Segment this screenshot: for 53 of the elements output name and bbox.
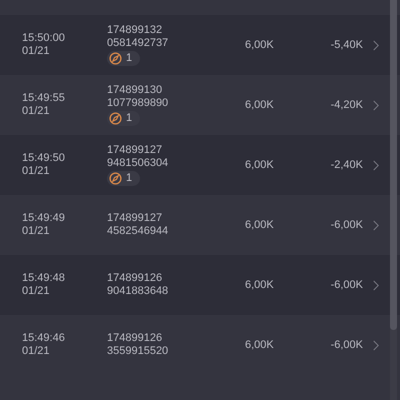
chevron-right-icon[interactable]	[373, 340, 379, 350]
id-text: 4582546944	[107, 225, 170, 238]
scrollbar-thumb[interactable]	[390, 0, 397, 330]
list-row[interactable]: 15:49:46 01/21 174899126 3559915520 6,00K -6,00K	[0, 315, 400, 375]
id-text: 174899127	[107, 144, 164, 157]
amount-text: 6,00K	[245, 339, 275, 351]
date-text: 01/21	[22, 225, 51, 238]
count-badge: 1	[107, 111, 140, 126]
chevron-right-icon[interactable]	[373, 160, 379, 170]
id-text: 3559915520	[107, 345, 170, 358]
id-text: 174899130	[107, 84, 164, 97]
date-text: 01/21	[22, 165, 51, 178]
scrollbar[interactable]	[390, 0, 397, 400]
chevron-right-icon[interactable]	[373, 40, 379, 50]
result-text: -6,00K	[330, 279, 363, 291]
id-text: 174899132	[107, 24, 164, 37]
amount-text: 6,00K	[245, 39, 275, 51]
list-row[interactable]: 15:49:49 01/21 174899127 4582546944 6,00K -6,00K	[0, 195, 400, 255]
amount-text: 6,00K	[245, 99, 275, 111]
result-text: -5,40K	[330, 39, 363, 51]
time-text: 15:49:48	[22, 272, 66, 285]
time-text: 15:49:50	[22, 152, 66, 165]
count-badge: 1	[107, 51, 140, 66]
chevron-right-icon[interactable]	[373, 100, 379, 110]
id-text: 1077989890	[107, 97, 170, 110]
result-text: -6,00K	[330, 219, 363, 231]
date-text: 01/21	[22, 345, 51, 358]
id-text: 174899127	[107, 212, 164, 225]
date-text: 01/21	[22, 105, 51, 118]
id-text: 9041883648	[107, 285, 170, 298]
time-text: 15:49:55	[22, 92, 66, 105]
date-text: 01/21	[22, 45, 51, 58]
time-text: 15:49:46	[22, 332, 66, 345]
list-row[interactable]: 15:49:55 01/21 174899130 1077989890 1 6,00K -4,20K	[0, 75, 400, 135]
amount-text: 6,00K	[245, 279, 275, 291]
id-text: 174899126	[107, 272, 164, 285]
compass-icon	[109, 172, 122, 185]
id-text: 0581492737	[107, 37, 170, 50]
time-text: 15:49:49	[22, 212, 66, 225]
result-text: -6,00K	[330, 339, 363, 351]
chevron-right-icon[interactable]	[373, 220, 379, 230]
amount-text: 6,00K	[245, 219, 275, 231]
result-text: -2,40K	[330, 159, 363, 171]
time-text: 15:50:00	[22, 32, 66, 45]
compass-icon	[109, 52, 122, 65]
amount-text: 6,00K	[245, 159, 275, 171]
count-badge: 1	[107, 171, 140, 186]
id-text: 174899126	[107, 332, 164, 345]
compass-icon	[109, 112, 122, 125]
result-text: -4,20K	[330, 99, 363, 111]
id-text: 9481506304	[107, 157, 170, 170]
chevron-right-icon[interactable]	[373, 280, 379, 290]
date-text: 01/21	[22, 285, 51, 298]
